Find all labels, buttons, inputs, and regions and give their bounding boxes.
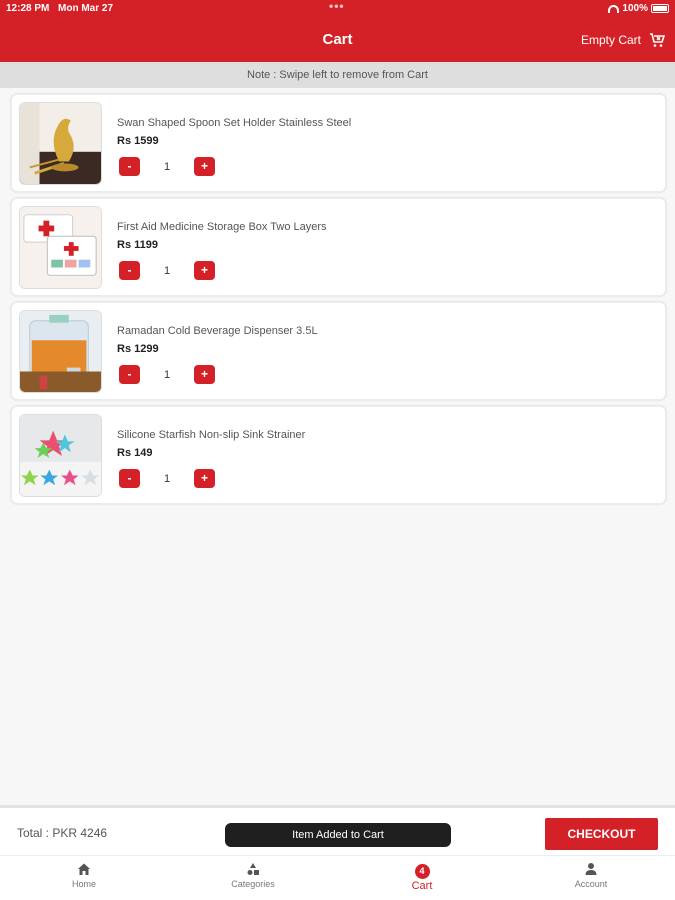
status-bar: 12:28 PM Mon Mar 27 ••• 100%: [0, 0, 675, 17]
cart-item[interactable]: Swan Shaped Spoon Set Holder Stainless S…: [11, 94, 666, 192]
cart-item[interactable]: First Aid Medicine Storage Box Two Layer…: [11, 198, 666, 296]
nav-categories[interactable]: Categories: [213, 862, 293, 889]
app-header: 12:28 PM Mon Mar 27 ••• 100% Cart Empty …: [0, 0, 675, 62]
cart-list: Swan Shaped Spoon Set Holder Stainless S…: [11, 94, 666, 510]
battery-icon: [651, 4, 669, 13]
product-price: Rs 1199: [117, 239, 158, 251]
quantity-stepper: - 1 +: [119, 469, 215, 488]
decrease-quantity-button[interactable]: -: [119, 469, 140, 488]
decrease-quantity-button[interactable]: -: [119, 157, 140, 176]
increase-quantity-button[interactable]: +: [194, 261, 215, 280]
swipe-note: Note : Swipe left to remove from Cart: [0, 62, 675, 88]
nav-categories-label: Categories: [231, 879, 275, 889]
decrease-quantity-button[interactable]: -: [119, 261, 140, 280]
page-title: Cart: [322, 31, 353, 48]
product-price: Rs 1299: [117, 343, 159, 355]
bottom-nav: Home Categories 4 Cart Account: [0, 855, 675, 900]
quantity-stepper: - 1 +: [119, 365, 215, 384]
increase-quantity-button[interactable]: +: [194, 157, 215, 176]
quantity-value: 1: [163, 368, 171, 381]
wifi-icon: [608, 4, 620, 13]
quantity-stepper: - 1 +: [119, 157, 215, 176]
empty-cart-button[interactable]: Empty Cart: [581, 32, 665, 48]
cart-item[interactable]: Silicone Starfish Non-slip Sink Strainer…: [11, 406, 666, 504]
product-name: First Aid Medicine Storage Box Two Layer…: [117, 221, 327, 233]
status-battery: 100%: [608, 3, 669, 14]
product-price: Rs 1599: [117, 135, 159, 147]
product-name: Swan Shaped Spoon Set Holder Stainless S…: [117, 117, 352, 129]
quantity-value: 1: [163, 472, 171, 485]
cart-item[interactable]: Ramadan Cold Beverage Dispenser 3.5L Rs …: [11, 302, 666, 400]
increase-quantity-button[interactable]: +: [194, 365, 215, 384]
nav-cart-label: Cart: [411, 880, 433, 892]
multitask-dots-icon[interactable]: •••: [329, 0, 345, 13]
categories-icon: [247, 863, 259, 875]
product-image[interactable]: [19, 310, 102, 393]
empty-cart-label: Empty Cart: [580, 33, 641, 47]
nav-account-label: Account: [574, 879, 608, 889]
toast-message: Item Added to Cart: [225, 823, 451, 847]
decrease-quantity-button[interactable]: -: [119, 365, 140, 384]
product-image[interactable]: [19, 102, 102, 185]
product-name: Ramadan Cold Beverage Dispenser 3.5L: [117, 325, 318, 337]
home-icon: [78, 863, 90, 875]
product-image[interactable]: [19, 206, 102, 289]
product-name: Silicone Starfish Non-slip Sink Strainer: [117, 429, 306, 441]
nav-account[interactable]: Account: [551, 862, 631, 889]
increase-quantity-button[interactable]: +: [194, 469, 215, 488]
nav-home-label: Home: [71, 879, 96, 889]
cart-count-badge: 4: [414, 864, 430, 879]
quantity-value: 1: [163, 264, 171, 277]
checkout-button[interactable]: CHECKOUT: [545, 818, 658, 850]
nav-home[interactable]: Home: [44, 862, 124, 889]
account-icon: [585, 863, 597, 875]
cart-remove-icon: [650, 33, 665, 47]
status-time: 12:28 PM: [6, 3, 50, 14]
quantity-value: 1: [163, 160, 171, 173]
quantity-stepper: - 1 +: [119, 261, 215, 280]
product-price: Rs 149: [117, 447, 153, 459]
status-date: Mon Mar 27: [58, 3, 114, 14]
nav-cart[interactable]: 4 Cart: [382, 864, 462, 892]
product-image[interactable]: [19, 414, 102, 497]
battery-percent: 100%: [622, 3, 648, 14]
cart-total: Total : PKR 4246: [17, 826, 108, 840]
